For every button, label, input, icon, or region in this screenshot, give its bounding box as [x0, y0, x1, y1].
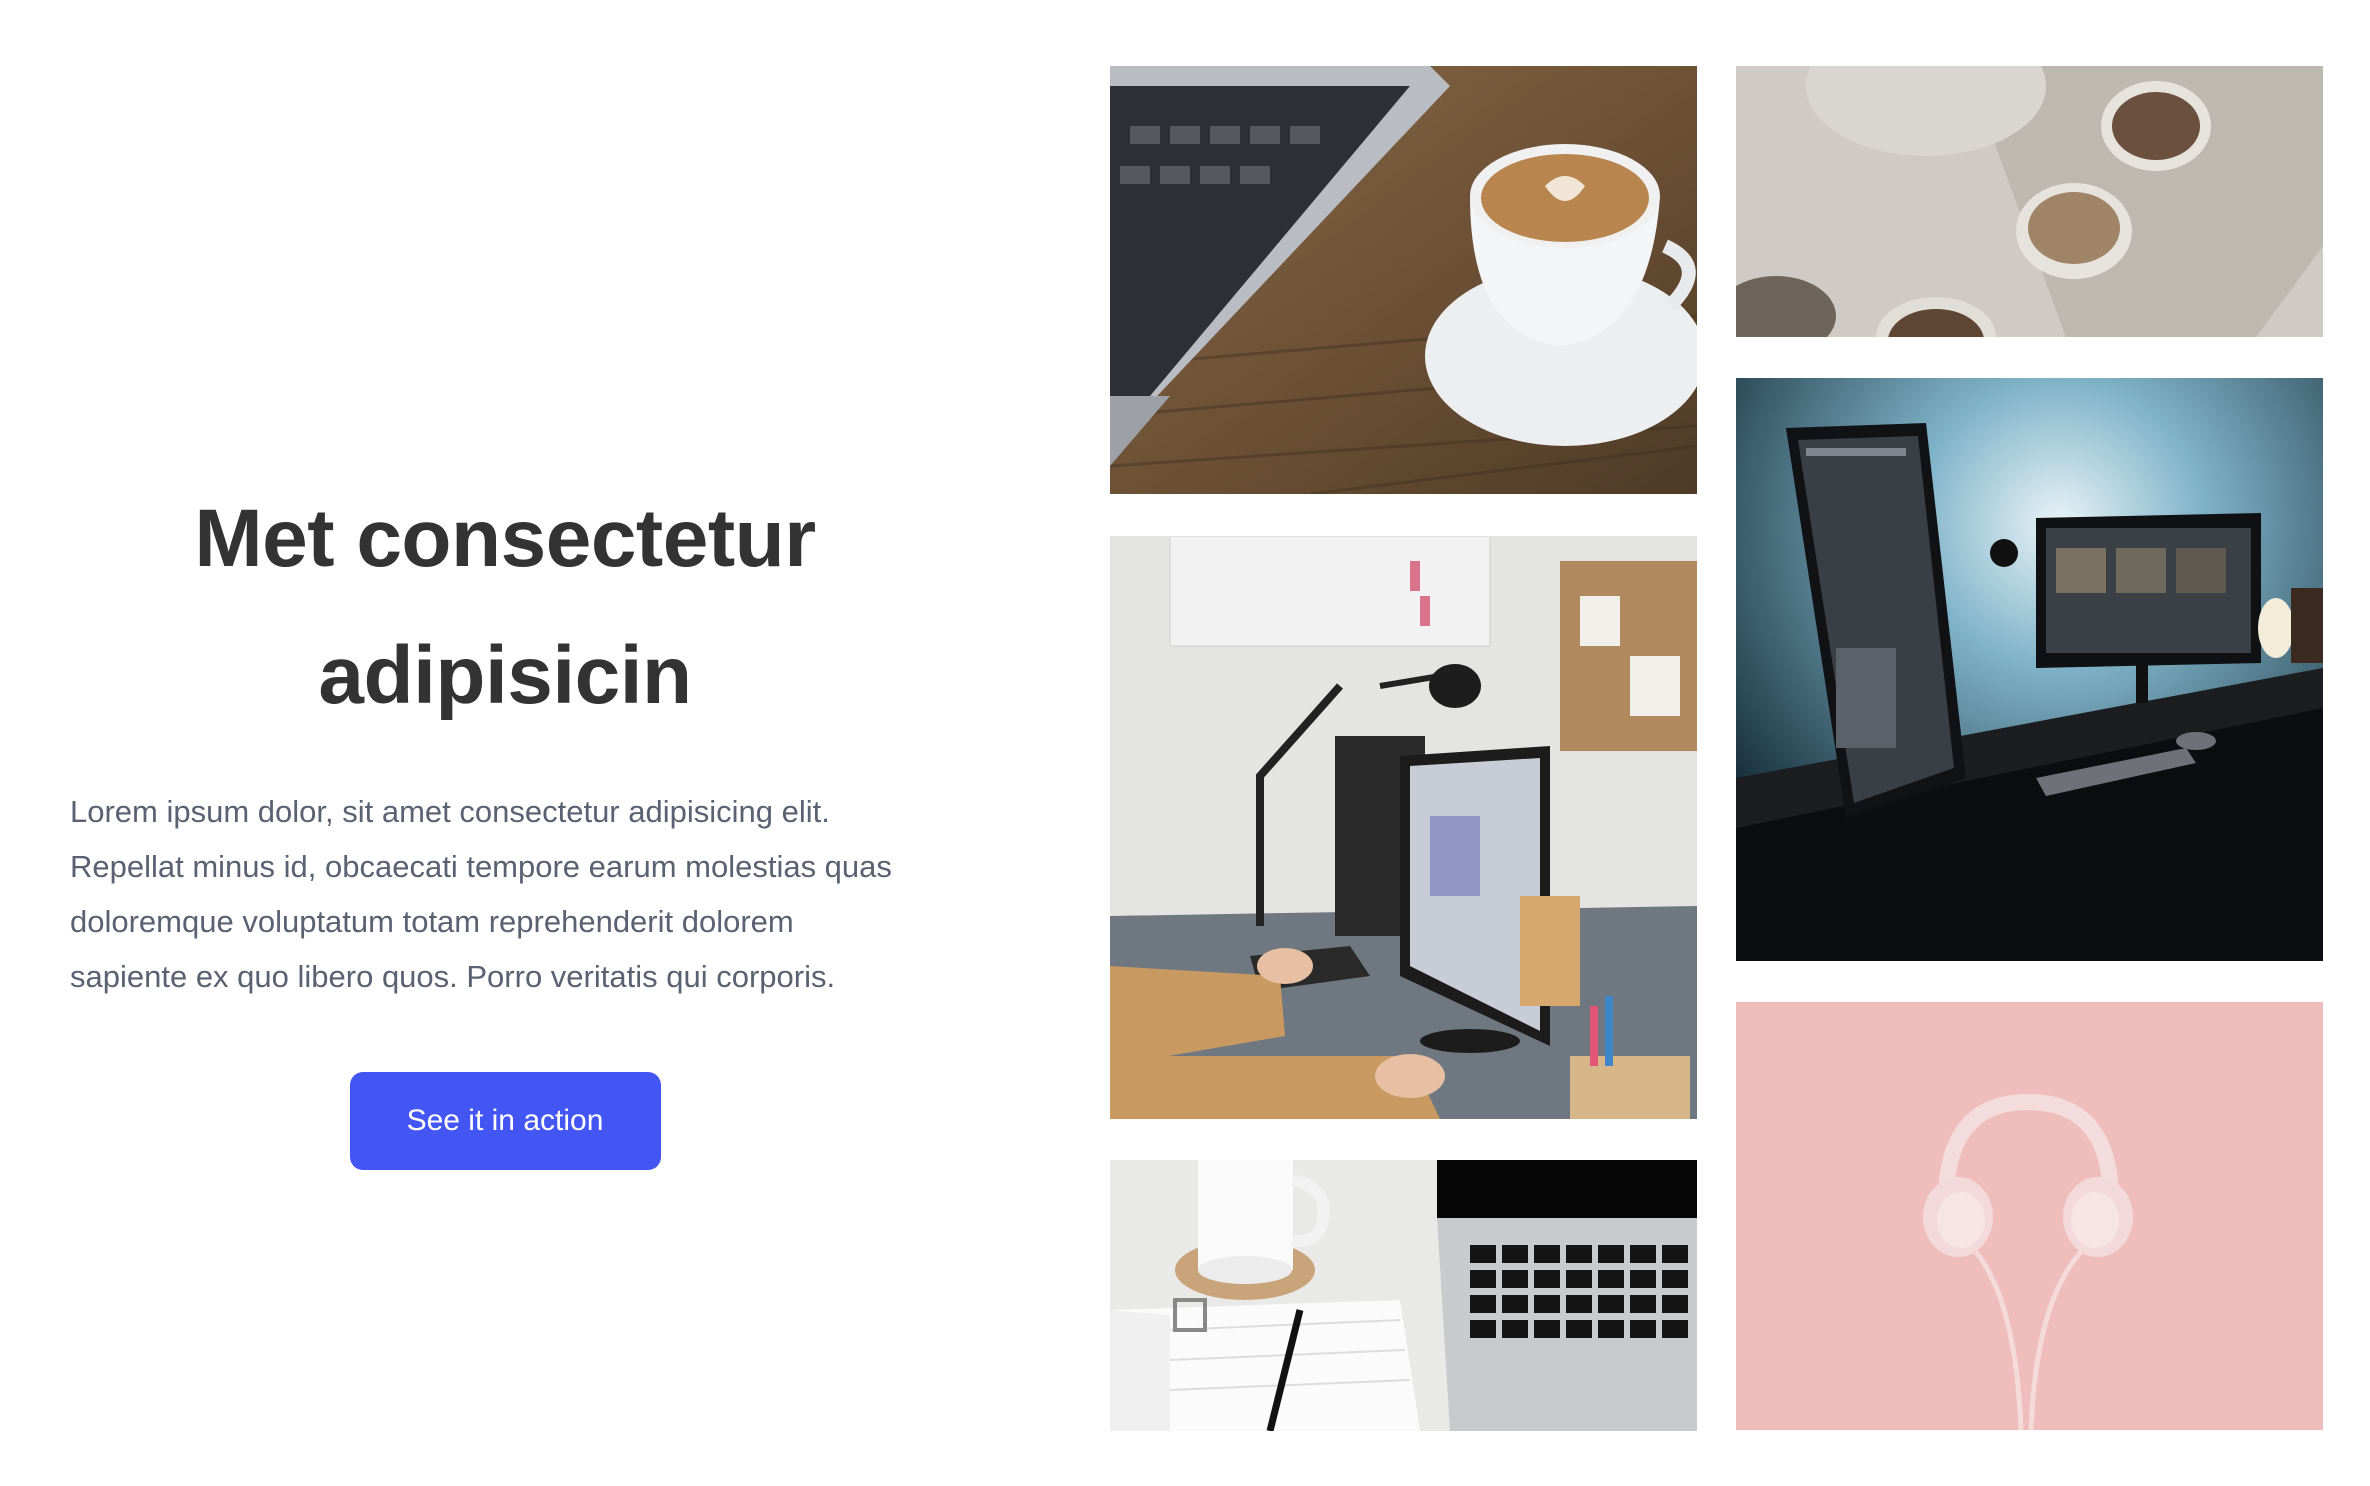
hero-title: Met consectetur adipisicin	[70, 470, 940, 744]
photo-coffee-cups	[1736, 66, 2323, 337]
photo-office-desk-monitor	[1110, 536, 1697, 1119]
photo-laptop-latte	[1110, 66, 1697, 494]
hero-description-line-1: Lorem ipsum dolor, sit amet consectetur …	[70, 794, 830, 829]
photo-pink-headphones	[1736, 1002, 2323, 1430]
hero-description-line-2: Repellat minus id, obcaecati tempore ear…	[70, 849, 892, 884]
hero-title-line-2: adipisicin	[318, 630, 692, 721]
hero-description: Lorem ipsum dolor, sit amet consectetur …	[70, 784, 920, 1004]
photo-mug-notebook-laptop	[1110, 1160, 1697, 1431]
hero-text-block: Met consectetur adipisicin Lorem ipsum d…	[70, 470, 940, 1170]
photo-dual-monitor-setup	[1736, 378, 2323, 961]
see-it-in-action-button[interactable]: See it in action	[349, 1072, 661, 1170]
hero-title-line-1: Met consectetur	[194, 493, 816, 584]
hero-description-line-3: doloremque voluptatum totam reprehenderi…	[70, 904, 794, 939]
hero-description-line-4: sapiente ex quo libero quos. Porro verit…	[70, 959, 836, 994]
